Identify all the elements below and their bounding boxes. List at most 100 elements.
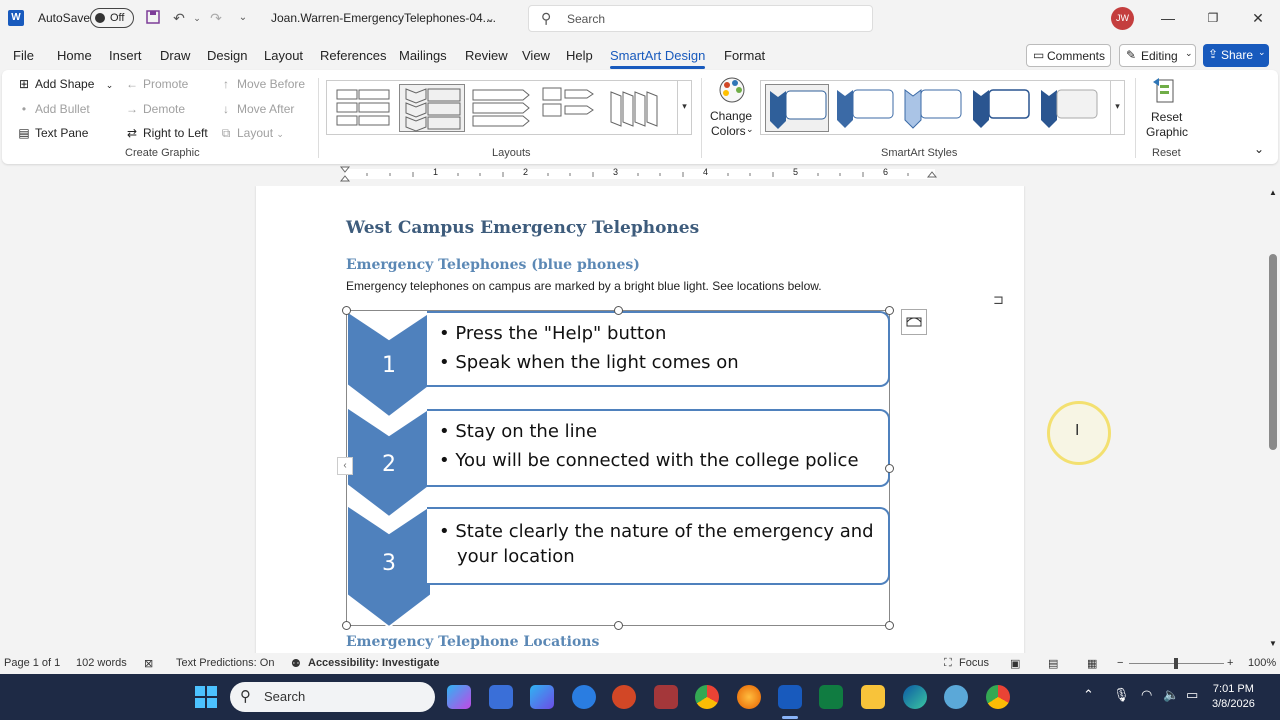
- style-thumbnail[interactable]: [1037, 84, 1101, 132]
- step-bullet-continuation[interactable]: your location: [457, 546, 575, 567]
- demote-button[interactable]: → Demote: [124, 102, 185, 116]
- tab-references[interactable]: References: [320, 48, 386, 63]
- change-colors-button[interactable]: Change Colors ⌄: [706, 76, 756, 142]
- move-before-button[interactable]: ↑ Move Before: [218, 77, 305, 91]
- microsoft365-icon[interactable]: [530, 685, 554, 709]
- resize-handle[interactable]: [614, 621, 623, 630]
- tab-format[interactable]: Format: [724, 48, 765, 63]
- document-subheading[interactable]: Emergency Telephones (blue phones): [346, 257, 640, 273]
- smartart-graphic[interactable]: 1 2 3 • Press the "Help" button • Speak …: [337, 306, 894, 630]
- style-thumbnail[interactable]: [969, 84, 1033, 132]
- copilot-icon[interactable]: [447, 685, 471, 709]
- step-number[interactable]: 3: [347, 551, 431, 576]
- resize-handle[interactable]: [885, 464, 894, 473]
- powerpoint-icon[interactable]: [612, 685, 636, 709]
- word-icon[interactable]: [778, 685, 802, 709]
- undo-dropdown-icon[interactable]: ⌄: [188, 9, 206, 27]
- battery-icon[interactable]: ▭: [1186, 687, 1198, 703]
- volume-icon[interactable]: 🔈: [1163, 687, 1179, 703]
- redo-icon[interactable]: ↷: [207, 9, 225, 27]
- tab-home[interactable]: Home: [57, 48, 92, 63]
- step-bullet[interactable]: • You will be connected with the college…: [439, 450, 859, 471]
- step-number[interactable]: 2: [347, 452, 431, 477]
- step-number[interactable]: 1: [347, 353, 431, 378]
- chrome-icon[interactable]: [695, 685, 719, 709]
- tab-help[interactable]: Help: [566, 48, 593, 63]
- style-thumbnail-selected[interactable]: [765, 84, 829, 132]
- chevron-down-icon[interactable]: ⌄: [481, 9, 499, 27]
- app-icon[interactable]: [944, 685, 968, 709]
- web-layout-icon[interactable]: ▦: [1087, 657, 1097, 670]
- layout-thumbnail[interactable]: [605, 84, 671, 132]
- chevron-up-icon[interactable]: ⌃: [1083, 687, 1094, 703]
- resize-handle[interactable]: [614, 306, 623, 315]
- layout-thumbnail[interactable]: [331, 84, 397, 132]
- tab-review[interactable]: Review: [465, 48, 508, 63]
- zoom-in-icon[interactable]: +: [1227, 657, 1233, 669]
- document-page[interactable]: West Campus Emergency Telephones Emergen…: [256, 186, 1024, 653]
- add-shape-button[interactable]: ⊞ Add Shape ⌄: [16, 77, 113, 91]
- layout-dropdown-button[interactable]: ⧉ Layout ⌄: [218, 126, 284, 141]
- print-layout-icon[interactable]: ▤: [1048, 657, 1058, 670]
- save-icon[interactable]: [144, 9, 162, 27]
- layout-thumbnail[interactable]: [537, 84, 603, 132]
- text-pane-button[interactable]: ▤ Text Pane: [16, 126, 88, 140]
- promote-button[interactable]: ← Promote: [124, 77, 188, 91]
- accessibility-status[interactable]: Accessibility: Investigate: [308, 657, 439, 669]
- resize-handle[interactable]: [885, 306, 894, 315]
- vertical-scrollbar[interactable]: ▲ ▼: [1266, 186, 1280, 653]
- minimize-icon[interactable]: —: [1158, 8, 1178, 28]
- excel-icon[interactable]: [819, 685, 843, 709]
- scroll-down-icon[interactable]: ▼: [1269, 639, 1277, 648]
- layout-options-icon[interactable]: [901, 309, 927, 335]
- more-styles-icon[interactable]: ▾: [1110, 81, 1124, 134]
- tab-design[interactable]: Design: [207, 48, 247, 63]
- close-icon[interactable]: ✕: [1248, 8, 1268, 28]
- tab-file[interactable]: File: [13, 48, 34, 63]
- chrome-profile-icon[interactable]: [986, 685, 1010, 709]
- layout-thumbnail[interactable]: [469, 84, 535, 132]
- document-subheading-locations[interactable]: Emergency Telephone Locations: [346, 634, 599, 650]
- proofing-icon[interactable]: ⊠: [144, 657, 153, 670]
- access-icon[interactable]: [654, 685, 678, 709]
- autosave-toggle[interactable]: Off: [90, 8, 134, 28]
- step-text-box[interactable]: • State clearly the nature of the emerge…: [427, 507, 890, 585]
- page-count[interactable]: Page 1 of 1: [4, 657, 60, 669]
- windows-start-icon[interactable]: [195, 686, 217, 708]
- comment-marker-icon[interactable]: ⊐: [993, 292, 1004, 308]
- focus-button[interactable]: Focus: [959, 657, 989, 669]
- avatar[interactable]: JW: [1111, 7, 1134, 30]
- file-explorer-icon[interactable]: [861, 685, 885, 709]
- undo-icon[interactable]: ↶: [170, 9, 188, 27]
- style-thumbnail[interactable]: [833, 84, 897, 132]
- tab-mailings[interactable]: Mailings: [399, 48, 447, 63]
- tab-draw[interactable]: Draw: [160, 48, 190, 63]
- document-paragraph[interactable]: Emergency telephones on campus are marke…: [346, 279, 822, 293]
- scroll-up-icon[interactable]: ▲: [1269, 188, 1277, 197]
- edge-icon[interactable]: [903, 685, 927, 709]
- resize-handle[interactable]: [885, 621, 894, 630]
- word-count[interactable]: 102 words: [76, 657, 127, 669]
- move-after-button[interactable]: ↓ Move After: [218, 102, 294, 116]
- tab-layout[interactable]: Layout: [264, 48, 303, 63]
- more-layouts-icon[interactable]: ▾: [677, 81, 691, 134]
- tab-insert[interactable]: Insert: [109, 48, 142, 63]
- share-button[interactable]: ⇪ Share ⌄: [1203, 44, 1269, 67]
- step-bullet[interactable]: • Press the "Help" button: [439, 323, 666, 344]
- text-predictions-status[interactable]: Text Predictions: On: [176, 657, 274, 669]
- text-pane-toggle-icon[interactable]: ‹: [337, 457, 353, 475]
- step-bullet[interactable]: • State clearly the nature of the emerge…: [439, 521, 874, 542]
- comments-button[interactable]: ▭ Comments: [1026, 44, 1111, 67]
- add-bullet-button[interactable]: • Add Bullet: [16, 102, 90, 116]
- resize-handle[interactable]: [342, 621, 351, 630]
- zoom-level[interactable]: 100%: [1248, 657, 1276, 669]
- step-bullet[interactable]: • Stay on the line: [439, 421, 597, 442]
- read-mode-icon[interactable]: ▣: [1010, 657, 1020, 670]
- scrollbar-thumb[interactable]: [1269, 254, 1277, 450]
- layout-thumbnail-selected[interactable]: [399, 84, 465, 132]
- zoom-slider-thumb[interactable]: [1174, 658, 1178, 669]
- taskbar-search[interactable]: ⚲ Search: [230, 682, 435, 712]
- app-icon[interactable]: [572, 685, 596, 709]
- document-title[interactable]: Joan.Warren-EmergencyTelephones-04....: [271, 11, 496, 25]
- document-heading[interactable]: West Campus Emergency Telephones: [346, 218, 699, 238]
